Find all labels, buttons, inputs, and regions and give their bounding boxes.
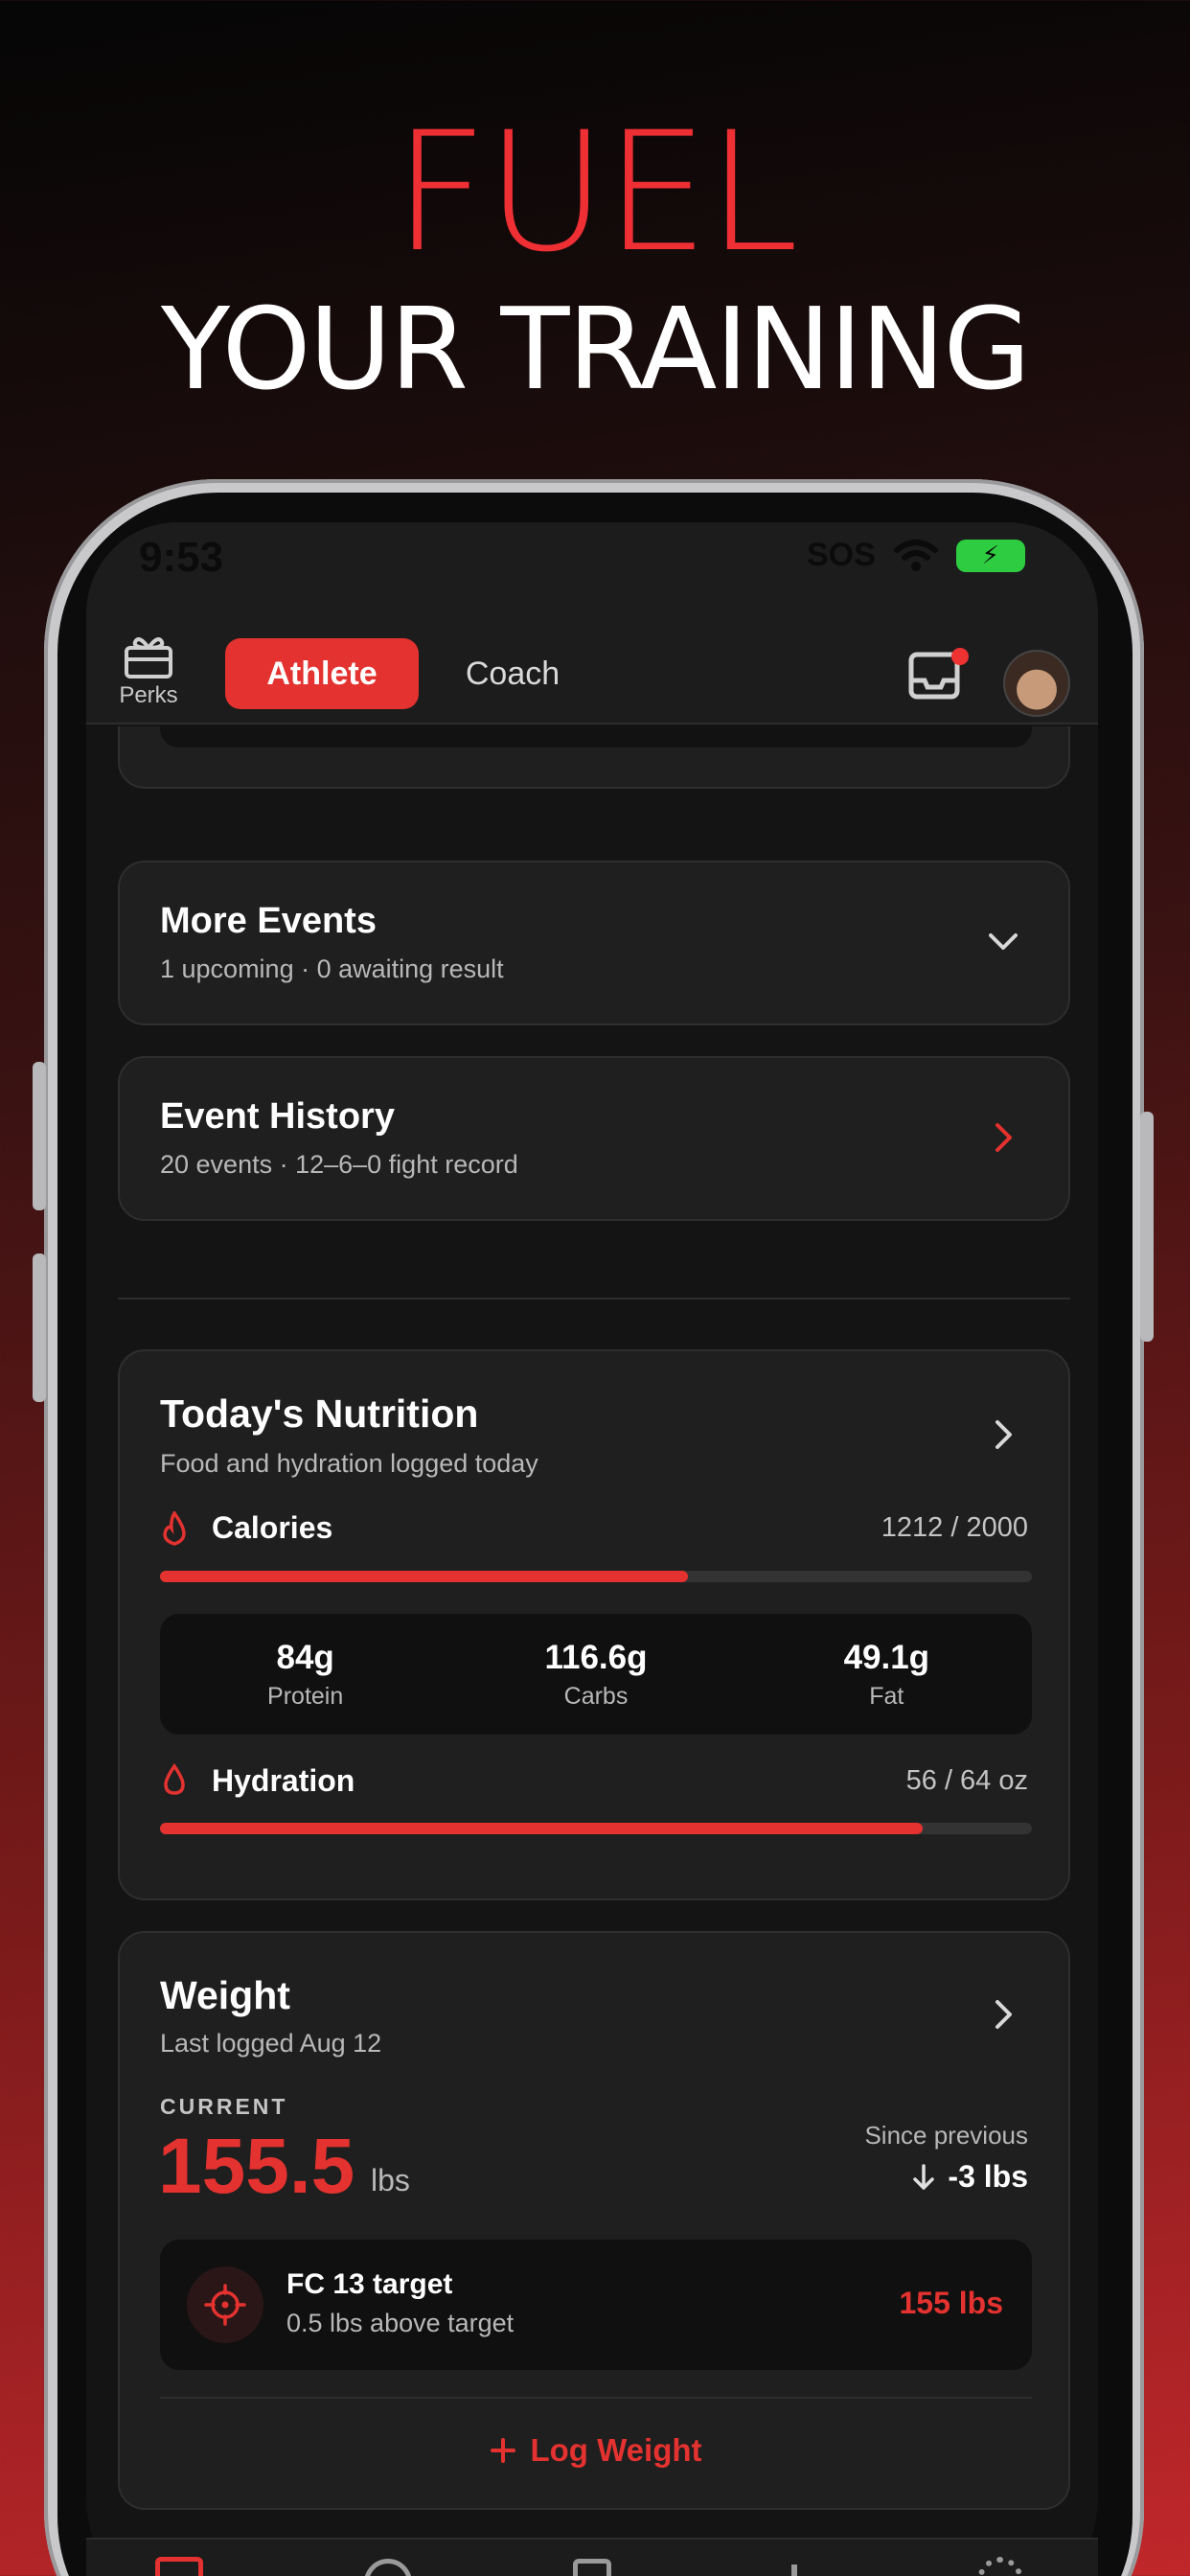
macro-protein-label: Protein: [267, 1682, 344, 1710]
more-events-card[interactable]: More Events 1 upcoming · 0 awaiting resu…: [118, 861, 1070, 1025]
weight-unit: lbs: [371, 2163, 410, 2197]
status-icons: SOS ⚡: [807, 537, 1025, 574]
section-divider: [118, 1298, 1070, 1300]
tab-coach[interactable]: Coach: [450, 638, 575, 709]
event-history-card[interactable]: Event History 20 events · 12–6–0 fight r…: [118, 1056, 1070, 1221]
perks-label: Perks: [119, 682, 178, 708]
more-events-title: More Events: [160, 901, 377, 941]
nutrition-title: Today's Nutrition: [160, 1392, 479, 1436]
inbox-notification-dot: [951, 648, 969, 665]
tab-athlete[interactable]: Athlete: [225, 638, 419, 709]
target-value: 155 lbs: [899, 2286, 1003, 2320]
event-history-subtitle: 20 events · 12–6–0 fight record: [160, 1150, 518, 1179]
weight-card[interactable]: Weight Last logged Aug 12 CURRENT 155.5 …: [118, 1931, 1070, 2510]
volume-up-button: [33, 1062, 46, 1210]
current-label: CURRENT: [160, 2094, 288, 2119]
log-weight-button[interactable]: Log Weight: [120, 2412, 1072, 2489]
chevron-right-icon[interactable]: [994, 1998, 1015, 2031]
macro-carbs-label: Carbs: [563, 1682, 629, 1710]
hydration-value: 56 / 64 oz: [905, 1765, 1028, 1796]
clock-icon[interactable]: [364, 2559, 412, 2576]
event-history-title: Event History: [160, 1096, 395, 1137]
target-title: FC 13 target: [286, 2268, 453, 2300]
calories-progress-track: [160, 1571, 1032, 1582]
avatar[interactable]: [1003, 650, 1070, 717]
flame-icon: [163, 1511, 186, 1546]
previous-card-inner: [160, 726, 1032, 748]
battery-icon: ⚡: [955, 539, 1025, 572]
wifi-icon: [893, 539, 938, 571]
log-weight-label: Log Weight: [530, 2432, 702, 2468]
nutrition-card[interactable]: Today's Nutrition Food and hydration log…: [118, 1349, 1070, 1900]
macro-fat-label: Fat: [869, 1682, 904, 1710]
calories-value: 1212 / 2000: [881, 1512, 1028, 1543]
settings-icon[interactable]: [977, 2557, 1023, 2576]
hydration-progress-fill: [160, 1823, 924, 1834]
chevron-right-icon[interactable]: [994, 1121, 1015, 1154]
macro-carbs-value: 116.6g: [544, 1638, 648, 1676]
weight-title: Weight: [160, 1973, 290, 2017]
more-events-subtitle: 1 upcoming · 0 awaiting result: [160, 954, 504, 983]
hydration-label: Hydration: [212, 1763, 355, 1798]
arrow-down-icon: [913, 2163, 935, 2190]
current-weight-value: 155.5: [158, 2123, 355, 2210]
perks-button[interactable]: Perks: [115, 634, 182, 709]
crosshair-icon: [204, 2284, 246, 2326]
macros-panel: 84g Protein 116.6g Carbs 49.1g Fat: [160, 1614, 1032, 1735]
power-button: [1140, 1112, 1154, 1342]
weight-subtitle: Last logged Aug 12: [160, 2029, 382, 2058]
headline-fuel: FUEL: [393, 96, 798, 288]
macro-fat-value: 49.1g: [843, 1638, 930, 1676]
calories-label: Calories: [212, 1510, 333, 1545]
chart-icon[interactable]: [791, 2564, 797, 2576]
hydration-progress-track: [160, 1823, 1032, 1834]
target-icon-wrap: [187, 2266, 263, 2343]
since-previous-value: -3 lbs: [948, 2159, 1028, 2194]
nutrition-subtitle: Food and hydration logged today: [160, 1449, 538, 1478]
sos-indicator: SOS: [807, 537, 876, 573]
macro-protein-value: 84g: [276, 1638, 334, 1676]
calories-progress-fill: [160, 1571, 689, 1582]
volume-down-button: [33, 1254, 46, 1402]
macro-protein: 84g Protein: [191, 1639, 421, 1711]
target-subtitle: 0.5 lbs above target: [286, 2309, 515, 2337]
chevron-down-icon[interactable]: [987, 932, 1019, 953]
target-panel: FC 13 target 0.5 lbs above target 155 lb…: [160, 2240, 1032, 2370]
weight-divider: [160, 2397, 1032, 2399]
clipboard-icon[interactable]: [573, 2559, 611, 2576]
headline-subtitle: YOUR TRAINING: [161, 283, 1031, 415]
plus-icon: [491, 2438, 516, 2463]
main-content[interactable]: More Events 1 upcoming · 0 awaiting resu…: [86, 726, 1098, 2538]
macro-fat: 49.1g Fat: [771, 1639, 1001, 1711]
since-previous-change: -3 lbs: [911, 2159, 1028, 2195]
chevron-right-icon[interactable]: [994, 1418, 1015, 1451]
status-time: 9:53: [139, 534, 224, 581]
macro-carbs: 116.6g Carbs: [481, 1639, 711, 1711]
previous-card: [118, 726, 1070, 789]
gift-icon: [125, 637, 172, 678]
bottom-tab-bar: [86, 2538, 1098, 2576]
since-previous-label: Since previous: [864, 2121, 1028, 2150]
calendar-icon[interactable]: [155, 2557, 203, 2576]
water-drop-icon: [164, 1763, 185, 1795]
